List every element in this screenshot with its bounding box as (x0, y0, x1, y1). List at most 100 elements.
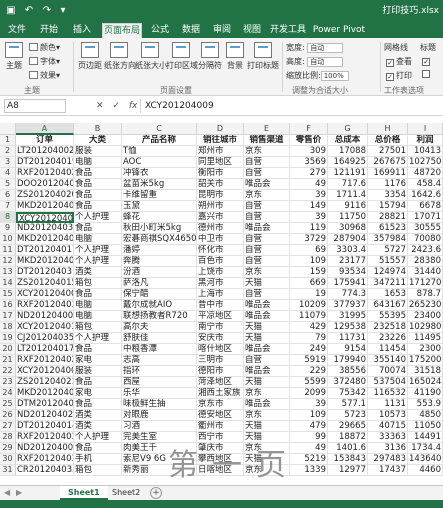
table-cell[interactable]: 三明市 (197, 355, 244, 366)
table-cell[interactable]: ZS201204020 (16, 190, 74, 201)
table-cell[interactable]: 6678 (408, 201, 443, 212)
table-cell[interactable]: 479 (290, 421, 328, 432)
table-cell[interactable]: 唯品会 (244, 399, 290, 410)
table-cell[interactable]: 秋田小町米5kg (122, 223, 197, 234)
table-cell[interactable]: 309 (290, 146, 328, 157)
table-cell[interactable]: 食品 (74, 223, 122, 234)
table-cell[interactable]: 自营 (244, 234, 290, 245)
table-cell[interactable]: 18872 (328, 432, 368, 443)
colors-button[interactable]: 颜色▾ (29, 42, 60, 53)
table-cell[interactable]: 唯品会 (244, 223, 290, 234)
table-cell[interactable]: 537504 (368, 377, 408, 388)
row-header[interactable]: 21 (0, 355, 16, 366)
row-header[interactable]: 23 (0, 377, 16, 388)
table-cell[interactable]: 自营 (244, 256, 290, 267)
table-cell[interactable]: 17088 (328, 146, 368, 157)
margins-button[interactable]: 页边距 (77, 42, 103, 71)
table-cell[interactable]: XCY201204009 (16, 366, 74, 377)
gridlines-print-checkbox[interactable]: ✓ 打印 (386, 70, 412, 81)
table-cell[interactable]: 3729 (290, 234, 328, 245)
select-all-corner[interactable] (0, 123, 16, 135)
row-header[interactable]: 9 (0, 223, 16, 234)
row-header[interactable]: 20 (0, 344, 16, 355)
table-cell[interactable]: 1653 (368, 289, 408, 300)
headings-view-checkbox[interactable]: ✓ (422, 56, 432, 66)
orientation-button[interactable]: 纸张方向 (104, 42, 136, 71)
row-header[interactable]: 7 (0, 201, 16, 212)
table-cell[interactable]: RXF201204035 (16, 432, 74, 443)
table-cell[interactable]: 个人护理 (74, 333, 122, 344)
effects-button[interactable]: 效果▾ (29, 70, 60, 81)
table-cell[interactable]: 京东市 (197, 399, 244, 410)
table-cell[interactable]: CJ201204035 (16, 333, 74, 344)
row-header[interactable]: 14 (0, 278, 16, 289)
table-cell[interactable]: 1642.6 (408, 190, 443, 201)
table-cell[interactable]: 酒类 (74, 267, 122, 278)
table-cell[interactable]: XCY201204005 (16, 289, 74, 300)
table-cell[interactable]: 11454 (368, 344, 408, 355)
header-cell[interactable]: 零售价 (290, 135, 328, 146)
table-cell[interactable]: MKD201204006 (16, 388, 74, 399)
column-header-E[interactable]: E (244, 123, 290, 135)
tab-4[interactable]: 公式 (148, 23, 172, 38)
table-cell[interactable]: 10413 (408, 146, 443, 157)
table-cell[interactable]: 酒类 (74, 410, 122, 421)
column-header-A[interactable]: A (16, 123, 74, 135)
row-header[interactable]: 12 (0, 256, 16, 267)
table-cell[interactable]: 149 (290, 201, 328, 212)
row-header[interactable]: 15 (0, 289, 16, 300)
table-cell[interactable]: 297483 (368, 454, 408, 465)
table-cell[interactable]: 平凉地区 (197, 311, 244, 322)
table-cell[interactable]: 京东 (244, 267, 290, 278)
table-cell[interactable]: 食品 (74, 344, 122, 355)
table-cell[interactable]: 102980 (408, 322, 443, 333)
table-cell[interactable]: 28821 (368, 212, 408, 223)
breaks-button[interactable]: 分隔符 (197, 42, 223, 71)
table-cell[interactable]: 429 (290, 322, 328, 333)
tab-6[interactable]: 审阅 (210, 23, 234, 38)
table-cell[interactable]: 179940 (328, 355, 368, 366)
table-cell[interactable]: 164925 (328, 157, 368, 168)
table-cell[interactable]: 电脑 (74, 157, 122, 168)
table-cell[interactable]: 味极鲜生抽 (122, 399, 197, 410)
table-cell[interactable]: 1401.6 (328, 443, 368, 454)
table-cell[interactable]: 京东 (244, 410, 290, 421)
table-cell[interactable]: 347211 (368, 278, 408, 289)
table-cell[interactable]: 家电 (74, 355, 122, 366)
row-header[interactable]: 8 (0, 212, 16, 223)
row-header[interactable]: 13 (0, 267, 16, 278)
table-cell[interactable]: 11731 (328, 333, 368, 344)
table-cell[interactable]: ZS201204015 (16, 278, 74, 289)
table-cell[interactable]: 23177 (328, 256, 368, 267)
table-cell[interactable]: 朔州市 (197, 201, 244, 212)
table-cell[interactable]: 卡维留重 (122, 190, 197, 201)
table-cell[interactable]: 171270 (408, 278, 443, 289)
table-cell[interactable]: 61523 (368, 223, 408, 234)
table-cell[interactable]: ND201204003 (16, 311, 74, 322)
formula-input[interactable]: XCY201204009 (140, 99, 440, 113)
table-cell[interactable]: 553.9 (408, 399, 443, 410)
table-cell[interactable]: 159 (290, 267, 328, 278)
tab-0[interactable]: 文件 (4, 23, 30, 38)
sheet-tab[interactable]: Sheet1 (60, 486, 108, 500)
enter-icon[interactable]: ✓ (112, 101, 120, 111)
table-cell[interactable]: 23226 (368, 333, 408, 344)
table-cell[interactable]: 天猫 (244, 333, 290, 344)
table-cell[interactable]: 习酒 (122, 421, 197, 432)
row-header[interactable]: 18 (0, 322, 16, 333)
row-header[interactable]: 4 (0, 168, 16, 179)
table-cell[interactable]: 109 (290, 410, 328, 421)
table-cell[interactable]: 志高 (122, 355, 197, 366)
row-header[interactable]: 17 (0, 311, 16, 322)
table-cell[interactable]: RXF201204020 (16, 168, 74, 179)
tab-5[interactable]: 数据 (178, 23, 204, 38)
table-cell[interactable]: 39 (290, 212, 328, 223)
table-cell[interactable]: 汾酒 (122, 267, 197, 278)
table-cell[interactable]: 175941 (328, 278, 368, 289)
row-header[interactable]: 19 (0, 333, 16, 344)
table-cell[interactable]: 265230 (408, 300, 443, 311)
table-cell[interactable]: 韶关市 (197, 179, 244, 190)
table-cell[interactable]: 联想扬教者R720 (122, 311, 197, 322)
table-cell[interactable]: 个人护理 (74, 245, 122, 256)
width-dropdown[interactable]: 自动 (307, 42, 344, 53)
